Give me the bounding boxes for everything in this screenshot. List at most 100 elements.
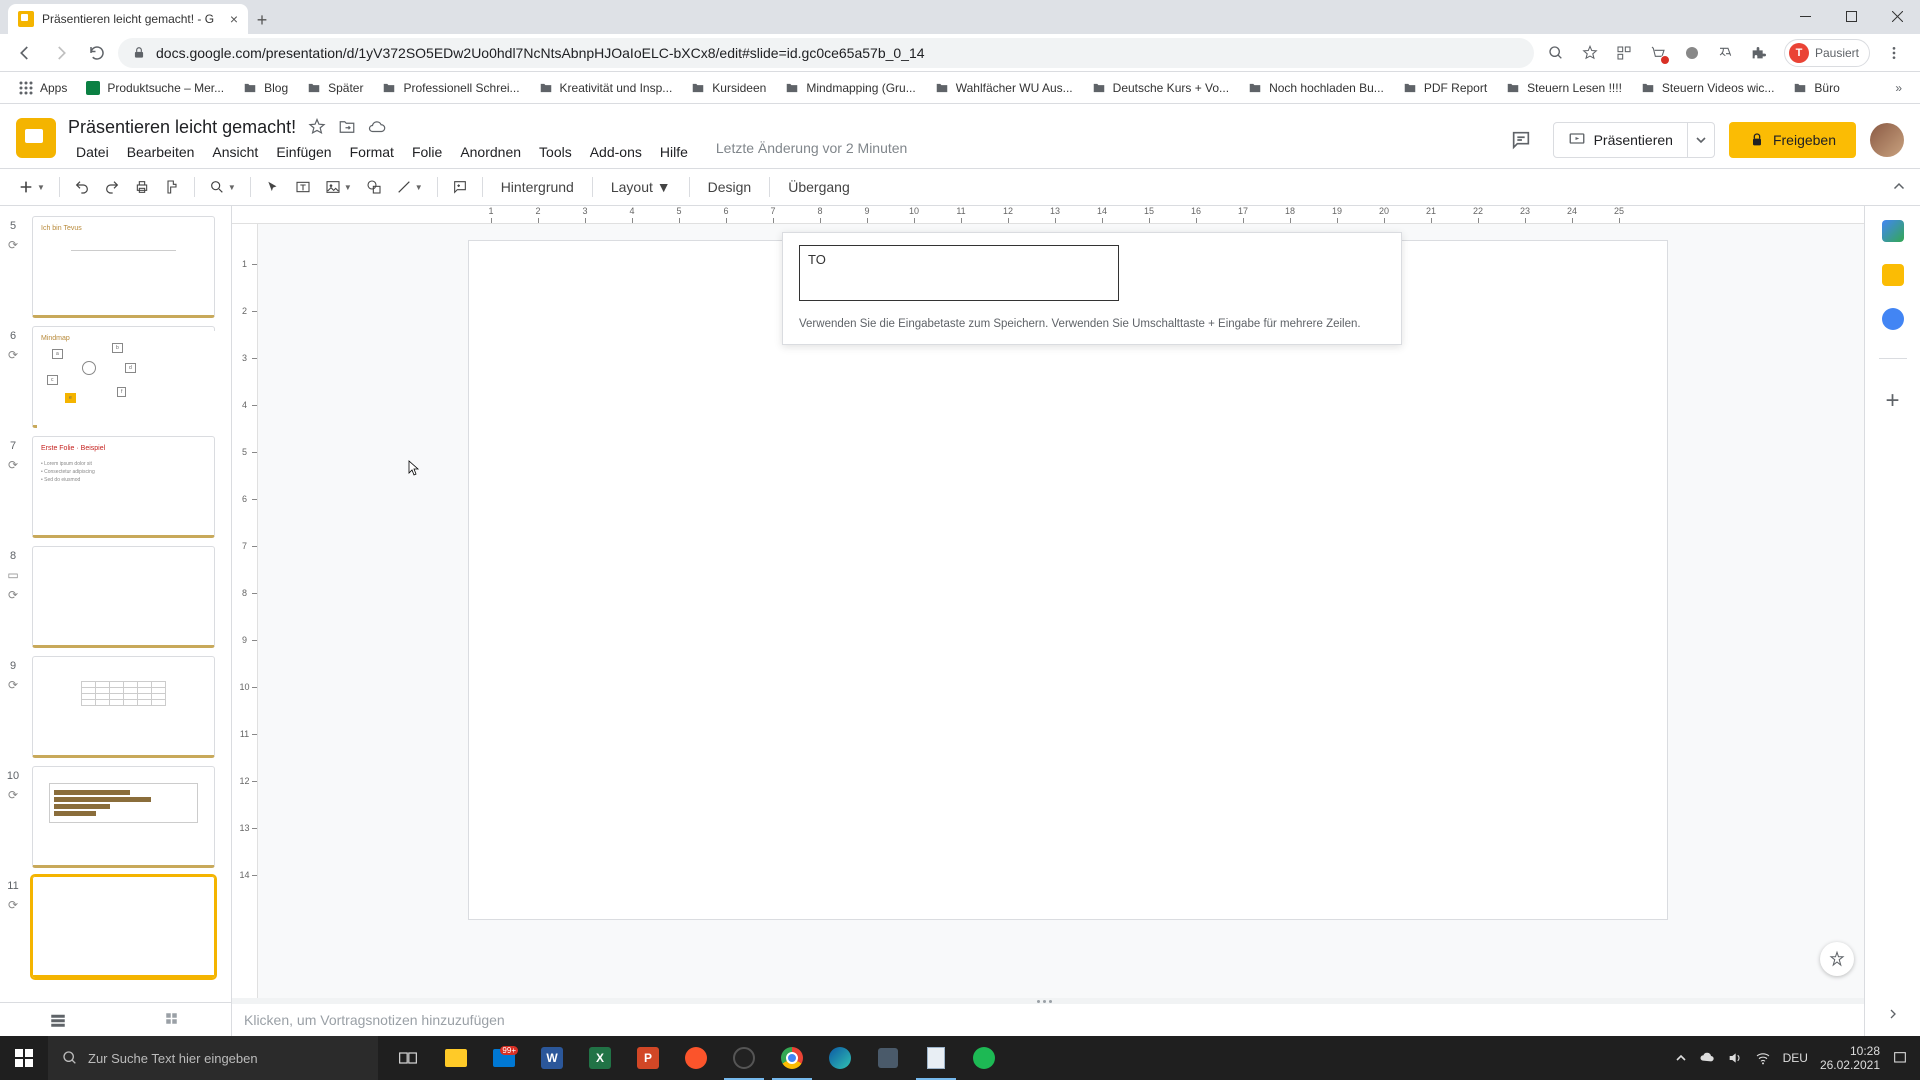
- document-title[interactable]: Präsentieren leicht gemacht!: [68, 117, 296, 138]
- mail-app-icon[interactable]: 99+: [480, 1036, 528, 1080]
- transition-button[interactable]: Übergang: [778, 179, 860, 195]
- bookmark-item[interactable]: Kreativität und Insp...: [532, 76, 679, 100]
- back-button[interactable]: [10, 38, 40, 68]
- zoom-button[interactable]: ▼: [203, 173, 242, 201]
- menu-bearbeiten[interactable]: Bearbeiten: [119, 140, 203, 164]
- bookmark-item[interactable]: Steuern Videos wic...: [1634, 76, 1781, 100]
- language-indicator[interactable]: DEU: [1783, 1051, 1808, 1065]
- volume-icon[interactable]: [1727, 1050, 1743, 1066]
- bookmark-item[interactable]: Später: [300, 76, 369, 100]
- slides-logo-icon[interactable]: [16, 118, 56, 158]
- extension-privacy-icon[interactable]: [1682, 43, 1702, 63]
- apps-button[interactable]: Apps: [12, 76, 73, 100]
- paint-format-button[interactable]: [158, 173, 186, 201]
- menu-hilfe[interactable]: Hilfe: [652, 140, 696, 164]
- speaker-note-input[interactable]: TO: [799, 245, 1119, 301]
- browser-tab[interactable]: Präsentieren leicht gemacht! - G ×: [8, 4, 248, 34]
- browser-menu-icon[interactable]: [1884, 43, 1904, 63]
- redo-button[interactable]: [98, 173, 126, 201]
- star-document-icon[interactable]: [308, 118, 326, 136]
- forward-button[interactable]: [46, 38, 76, 68]
- notifications-icon[interactable]: [1892, 1050, 1908, 1066]
- extensions-puzzle-icon[interactable]: [1750, 43, 1770, 63]
- textbox-tool[interactable]: [289, 173, 317, 201]
- minimize-button[interactable]: [1782, 0, 1828, 32]
- bookmark-item[interactable]: Blog: [236, 76, 294, 100]
- edge-icon[interactable]: [816, 1036, 864, 1080]
- bookmark-item[interactable]: Steuern Lesen !!!!: [1499, 76, 1628, 100]
- comment-history-icon[interactable]: [1503, 122, 1539, 158]
- bookmarks-overflow-button[interactable]: »: [1889, 77, 1908, 99]
- present-button[interactable]: Präsentieren: [1554, 131, 1687, 149]
- slide-thumbnail[interactable]: 5⟳ Ich bin Tevus: [0, 212, 223, 322]
- qr-icon[interactable]: [1614, 43, 1634, 63]
- bookmark-item[interactable]: Professionell Schrei...: [375, 76, 525, 100]
- vertical-ruler[interactable]: 1234567891011121314: [232, 224, 258, 998]
- excel-icon[interactable]: X: [576, 1036, 624, 1080]
- reload-button[interactable]: [82, 38, 112, 68]
- spotify-icon[interactable]: [960, 1036, 1008, 1080]
- taskbar-search[interactable]: Zur Suche Text hier eingeben: [48, 1036, 378, 1080]
- grid-view-icon[interactable]: [164, 1011, 182, 1029]
- tasks-addon-icon[interactable]: [1882, 308, 1904, 330]
- canvas-viewport[interactable]: TO Verwenden Sie die Eingabetaste zum Sp…: [258, 224, 1864, 998]
- new-tab-button[interactable]: +: [248, 6, 276, 34]
- star-icon[interactable]: [1580, 43, 1600, 63]
- menu-tools[interactable]: Tools: [531, 140, 580, 164]
- menu-einfuegen[interactable]: Einfügen: [268, 140, 339, 164]
- shape-tool[interactable]: [360, 173, 388, 201]
- slide-thumbnail[interactable]: 10⟳: [0, 762, 223, 872]
- menu-addons[interactable]: Add-ons: [582, 140, 650, 164]
- move-document-icon[interactable]: [338, 118, 356, 136]
- extension-shopping-icon[interactable]: [1648, 43, 1668, 63]
- obs-icon[interactable]: [720, 1036, 768, 1080]
- undo-button[interactable]: [68, 173, 96, 201]
- add-addon-button[interactable]: +: [1885, 387, 1899, 415]
- chrome-icon[interactable]: [768, 1036, 816, 1080]
- slide-thumbnail[interactable]: 6⟳ Mindmap ab cd ef: [0, 322, 223, 432]
- horizontal-ruler[interactable]: 1234567891011121314151617181920212223242…: [232, 206, 1864, 224]
- brave-icon[interactable]: [672, 1036, 720, 1080]
- menu-folie[interactable]: Folie: [404, 140, 450, 164]
- explore-button[interactable]: [1820, 942, 1854, 976]
- account-avatar[interactable]: [1870, 123, 1904, 157]
- onedrive-icon[interactable]: [1699, 1050, 1715, 1066]
- menu-format[interactable]: Format: [342, 140, 402, 164]
- start-button[interactable]: [0, 1036, 48, 1080]
- wifi-icon[interactable]: [1755, 1050, 1771, 1066]
- hide-sidepanel-icon[interactable]: [1885, 1006, 1901, 1036]
- select-tool[interactable]: [259, 173, 287, 201]
- tray-chevron-icon[interactable]: [1675, 1052, 1687, 1064]
- profile-chip[interactable]: T Pausiert: [1784, 39, 1870, 67]
- menu-ansicht[interactable]: Ansicht: [204, 140, 266, 164]
- zoom-icon[interactable]: [1546, 43, 1566, 63]
- line-tool[interactable]: ▼: [390, 173, 429, 201]
- task-view-icon[interactable]: [384, 1036, 432, 1080]
- menu-datei[interactable]: Datei: [68, 140, 117, 164]
- collapse-toolbar-icon[interactable]: [1890, 178, 1908, 196]
- file-explorer-icon[interactable]: [432, 1036, 480, 1080]
- share-button[interactable]: Freigeben: [1729, 122, 1856, 158]
- print-button[interactable]: [128, 173, 156, 201]
- slide-thumbnail[interactable]: 8▭⟳: [0, 542, 223, 652]
- present-dropdown[interactable]: [1687, 123, 1714, 157]
- translate-icon[interactable]: [1716, 43, 1736, 63]
- menu-anordnen[interactable]: Anordnen: [452, 140, 529, 164]
- cloud-saved-icon[interactable]: [368, 118, 386, 136]
- close-tab-icon[interactable]: ×: [230, 11, 238, 27]
- app-icon[interactable]: [864, 1036, 912, 1080]
- bookmark-item[interactable]: Noch hochladen Bu...: [1241, 76, 1390, 100]
- bookmark-item[interactable]: Produktsuche – Mer...: [79, 76, 230, 100]
- layout-button[interactable]: Layout ▼: [601, 179, 681, 195]
- close-window-button[interactable]: [1874, 0, 1920, 32]
- last-edit-label[interactable]: Letzte Änderung vor 2 Minuten: [716, 140, 907, 164]
- speaker-notes-area[interactable]: Klicken, um Vortragsnotizen hinzuzufügen: [232, 1004, 1864, 1036]
- design-button[interactable]: Design: [698, 179, 762, 195]
- maximize-button[interactable]: [1828, 0, 1874, 32]
- bookmark-item[interactable]: Büro: [1786, 76, 1845, 100]
- calendar-addon-icon[interactable]: [1882, 220, 1904, 242]
- powerpoint-icon[interactable]: P: [624, 1036, 672, 1080]
- bookmark-item[interactable]: PDF Report: [1396, 76, 1493, 100]
- bookmark-item[interactable]: Mindmapping (Gru...: [778, 76, 921, 100]
- word-icon[interactable]: W: [528, 1036, 576, 1080]
